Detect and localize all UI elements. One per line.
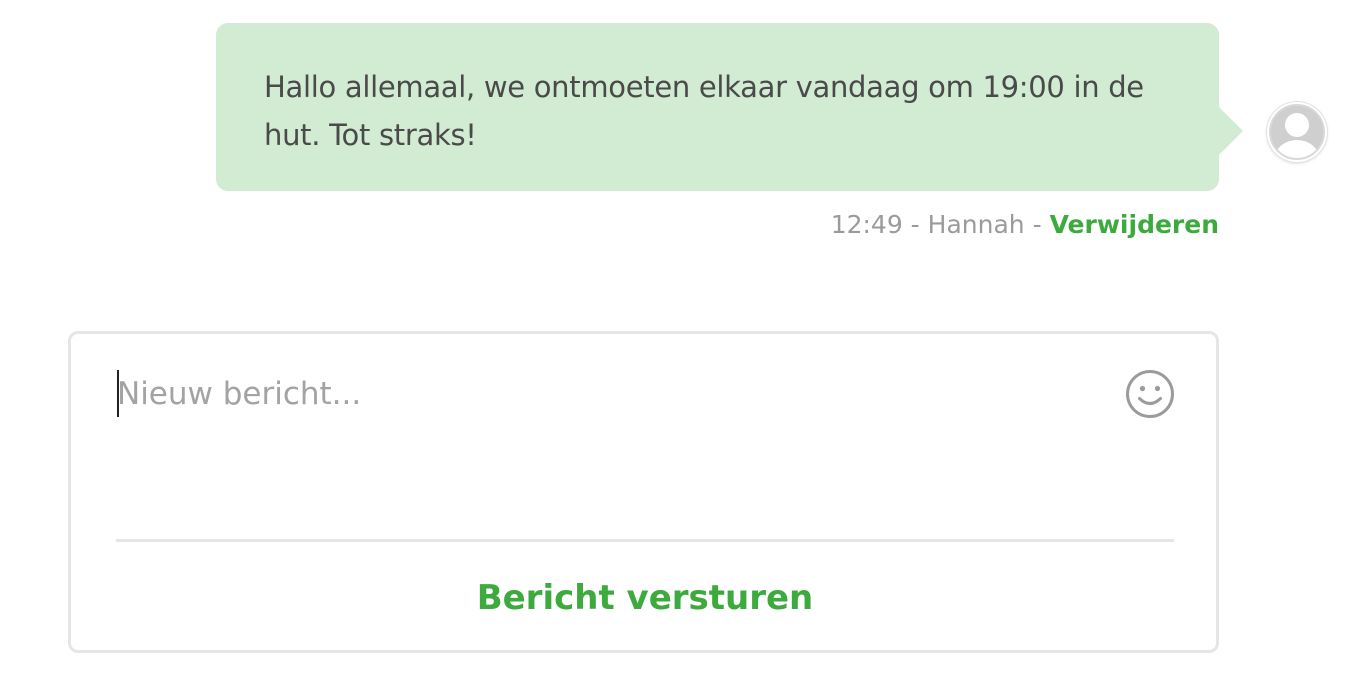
message-meta: 12:49 - Hannah - Verwijderen	[831, 207, 1219, 243]
message-time: 12:49	[830, 210, 903, 239]
new-message-input[interactable]	[117, 364, 1107, 424]
text-cursor	[117, 370, 119, 417]
user-avatar-icon	[1269, 104, 1325, 160]
message-bubble: Hallo allemaal, we ontmoeten elkaar vand…	[216, 23, 1243, 191]
user-avatar[interactable]	[1267, 102, 1327, 162]
chat-view: Hallo allemaal, we ontmoeten elkaar vand…	[0, 0, 1348, 682]
send-message-button[interactable]: Bericht versturen	[116, 570, 1174, 626]
composer-divider	[116, 539, 1174, 542]
message-author: Hannah	[927, 210, 1025, 239]
message-text: Hallo allemaal, we ontmoeten elkaar vand…	[264, 70, 1144, 152]
meta-separator-2: -	[1024, 210, 1050, 239]
delete-message-link[interactable]: Verwijderen	[1050, 210, 1219, 239]
meta-separator: -	[902, 210, 928, 239]
message-composer: Bericht versturen	[68, 331, 1219, 653]
smiley-icon[interactable]	[1124, 368, 1176, 420]
